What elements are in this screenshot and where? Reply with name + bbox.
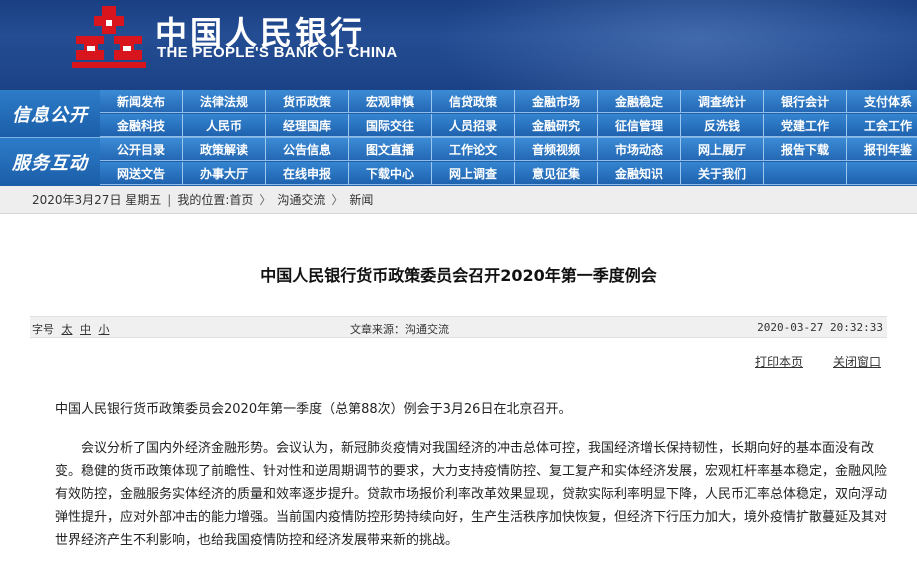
- breadcrumb-level2-link[interactable]: 新闻: [349, 191, 373, 208]
- nav-item[interactable]: 信贷政策: [432, 90, 515, 113]
- breadcrumb-home-link[interactable]: 首页: [229, 191, 253, 208]
- nav-item[interactable]: 工会工作: [847, 114, 917, 137]
- nav-item[interactable]: 音频视频: [515, 138, 598, 161]
- nav-item[interactable]: 支付体系: [847, 90, 917, 113]
- nav-item[interactable]: 金融研究: [515, 114, 598, 137]
- nav-item[interactable]: 在线申报: [266, 162, 349, 185]
- nav-item[interactable]: 网送文告: [100, 162, 183, 185]
- pboc-emblem-icon: [72, 6, 146, 68]
- print-page-link[interactable]: 打印本页: [755, 353, 803, 370]
- nav-item-empty: [847, 162, 917, 185]
- nav-section-info: 信息公开 新闻发布 法律法规 货币政策 宏观审慎 信贷政策 金融市场 金融稳定 …: [0, 90, 917, 137]
- site-banner: 中国人民银行 THE PEOPLE'S BANK OF CHINA: [0, 0, 917, 90]
- nav-item[interactable]: 工作论文: [432, 138, 515, 161]
- article-paragraph: 中国人民银行货币政策委员会2020年第一季度（总第88次）例会于3月26日在北京…: [55, 402, 572, 417]
- font-size-control: 字号 太 中 小: [32, 321, 110, 337]
- nav-item[interactable]: 网上展厅: [681, 138, 764, 161]
- font-size-large-link[interactable]: 太: [62, 323, 73, 336]
- nav-section-label-info[interactable]: 信息公开: [0, 90, 100, 137]
- nav-section-service: 服务互动 公开目录 政策解读 公告信息 图文直播 工作论文 音频视频 市场动态 …: [0, 138, 917, 185]
- main-navigation: 信息公开 新闻发布 法律法规 货币政策 宏观审慎 信贷政策 金融市场 金融稳定 …: [0, 90, 917, 186]
- nav-item[interactable]: 人民币: [183, 114, 266, 137]
- nav-item[interactable]: 图文直播: [349, 138, 432, 161]
- current-date: 2020年3月27日 星期五: [32, 193, 162, 207]
- nav-item[interactable]: 宏观审慎: [349, 90, 432, 113]
- breadcrumb-level1-link[interactable]: 沟通交流: [277, 191, 325, 208]
- article-actions: 打印本页 关闭窗口: [755, 353, 881, 370]
- nav-row: 新闻发布 法律法规 货币政策 宏观审慎 信贷政策 金融市场 金融稳定 调查统计 …: [100, 90, 917, 113]
- nav-item[interactable]: 市场动态: [598, 138, 681, 161]
- nav-item[interactable]: 网上调查: [432, 162, 515, 185]
- article-datetime: 2020-03-27 20:32:33: [757, 321, 883, 334]
- nav-item[interactable]: 调查统计: [681, 90, 764, 113]
- article-paragraph: 会议分析了国内外经济金融形势。会议认为，新冠肺炎疫情对我国经济的冲击总体可控，我…: [55, 441, 888, 548]
- font-size-medium-link[interactable]: 中: [80, 323, 91, 336]
- breadcrumb: 2020年3月27日 星期五 | 我的位置: 首页 〉 沟通交流 〉 新闻: [0, 186, 917, 214]
- nav-item[interactable]: 金融市场: [515, 90, 598, 113]
- nav-item[interactable]: 新闻发布: [100, 90, 183, 113]
- location-label: 我的位置:: [177, 193, 230, 207]
- nav-item[interactable]: 党建工作: [764, 114, 847, 137]
- banner-glow: [437, 0, 917, 90]
- nav-row: 网送文告 办事大厅 在线申报 下载中心 网上调查 意见征集 金融知识 关于我们: [100, 162, 917, 185]
- close-window-link[interactable]: 关闭窗口: [833, 353, 881, 370]
- nav-row: 公开目录 政策解读 公告信息 图文直播 工作论文 音频视频 市场动态 网上展厅 …: [100, 138, 917, 161]
- breadcrumb-separator: |: [167, 192, 172, 207]
- nav-item[interactable]: 银行会计: [764, 90, 847, 113]
- nav-item[interactable]: 国际交往: [349, 114, 432, 137]
- nav-item[interactable]: 报刊年鉴: [847, 138, 917, 161]
- nav-item[interactable]: 法律法规: [183, 90, 266, 113]
- nav-item[interactable]: 关于我们: [681, 162, 764, 185]
- nav-item[interactable]: 人员招录: [432, 114, 515, 137]
- nav-item[interactable]: 金融科技: [100, 114, 183, 137]
- nav-item[interactable]: 报告下载: [764, 138, 847, 161]
- breadcrumb-arrow-icon: 〉: [259, 193, 272, 207]
- nav-item[interactable]: 下载中心: [349, 162, 432, 185]
- nav-row: 金融科技 人民币 经理国库 国际交往 人员招录 金融研究 征信管理 反洗钱 党建…: [100, 114, 917, 137]
- bank-name-en: THE PEOPLE'S BANK OF CHINA: [157, 44, 398, 61]
- nav-item[interactable]: 经理国库: [266, 114, 349, 137]
- breadcrumb-arrow-icon: 〉: [331, 193, 344, 207]
- font-size-label: 字号: [32, 323, 54, 336]
- nav-item[interactable]: 金融稳定: [598, 90, 681, 113]
- article-meta-bar: 字号 太 中 小 文章来源：沟通交流 2020-03-27 20:32:33: [30, 316, 887, 338]
- nav-section-label-service[interactable]: 服务互动: [0, 138, 100, 185]
- nav-item[interactable]: 金融知识: [598, 162, 681, 185]
- article-source: 文章来源：沟通交流: [350, 323, 449, 336]
- nav-item[interactable]: 货币政策: [266, 90, 349, 113]
- nav-item[interactable]: 征信管理: [598, 114, 681, 137]
- nav-item[interactable]: 公告信息: [266, 138, 349, 161]
- nav-item[interactable]: 办事大厅: [183, 162, 266, 185]
- nav-item-empty: [764, 162, 847, 185]
- font-size-small-link[interactable]: 小: [99, 323, 110, 336]
- article-title: 中国人民银行货币政策委员会召开2020年第一季度例会: [260, 266, 657, 285]
- nav-item[interactable]: 政策解读: [183, 138, 266, 161]
- nav-item[interactable]: 反洗钱: [681, 114, 764, 137]
- nav-item[interactable]: 公开目录: [100, 138, 183, 161]
- nav-item[interactable]: 意见征集: [515, 162, 598, 185]
